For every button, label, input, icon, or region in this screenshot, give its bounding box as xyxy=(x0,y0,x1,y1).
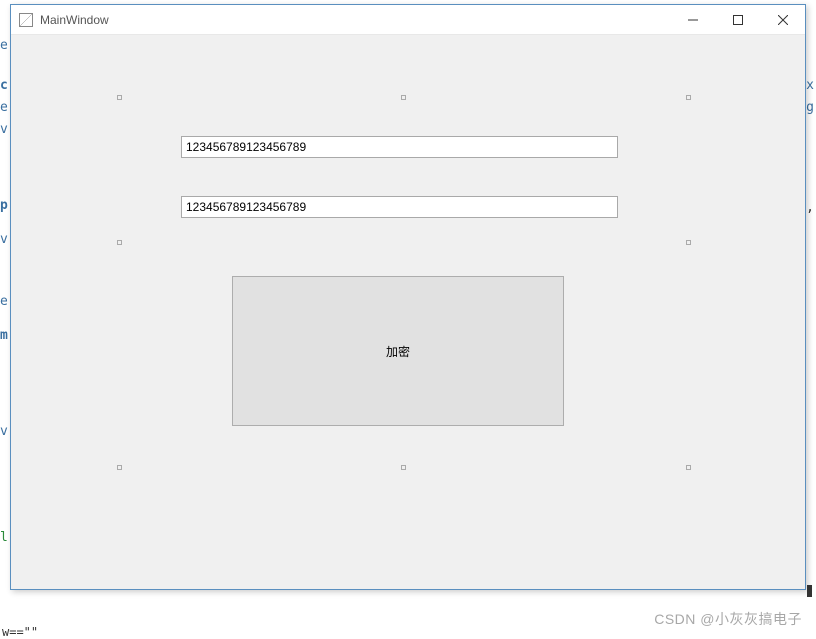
selection-handle[interactable] xyxy=(117,240,122,245)
app-icon xyxy=(19,13,33,27)
stray-code-text: w=="" xyxy=(2,625,38,639)
selection-handle[interactable] xyxy=(686,465,691,470)
main-window: MainWindow 加密 xyxy=(10,4,806,590)
encrypt-button[interactable]: 加密 xyxy=(232,276,564,426)
encrypt-button-label: 加密 xyxy=(386,343,410,360)
selection-handle[interactable] xyxy=(117,465,122,470)
selection-handle[interactable] xyxy=(401,465,406,470)
title-bar[interactable]: MainWindow xyxy=(11,5,805,35)
selection-handle[interactable] xyxy=(117,95,122,100)
selection-handle[interactable] xyxy=(401,95,406,100)
window-controls xyxy=(670,5,805,34)
client-area: 加密 xyxy=(11,35,805,589)
decorative-shadow xyxy=(807,585,812,597)
input-field-1[interactable] xyxy=(181,136,618,158)
window-title: MainWindow xyxy=(40,13,670,27)
selection-handle[interactable] xyxy=(686,240,691,245)
watermark-text: CSDN @小灰灰搞电子 xyxy=(654,609,802,629)
input-field-2[interactable] xyxy=(181,196,618,218)
maximize-button[interactable] xyxy=(715,5,760,34)
minimize-button[interactable] xyxy=(670,5,715,34)
selection-handle[interactable] xyxy=(686,95,691,100)
close-button[interactable] xyxy=(760,5,805,34)
